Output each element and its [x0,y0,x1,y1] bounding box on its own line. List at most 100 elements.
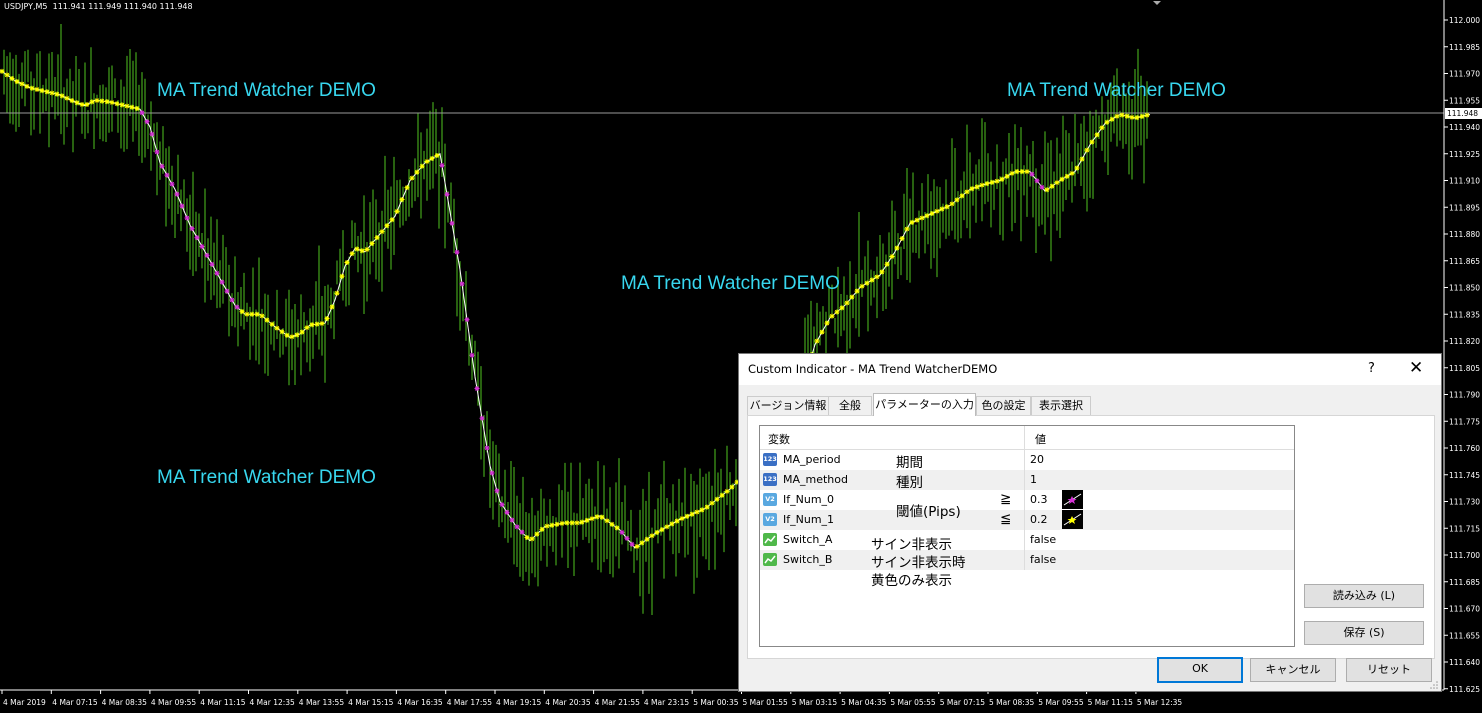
resize-grip-icon[interactable] [1429,680,1439,690]
dialog-titlebar[interactable]: Custom Indicator - MA Trend WatcherDEMO … [739,354,1441,385]
ma-marker [294,332,300,338]
price-tick-label: 111.910 [1449,177,1480,186]
note-switch-b-line2: 黄色のみ表示 [871,573,952,589]
param-value[interactable]: 0.3 [1030,493,1048,506]
ok-button[interactable]: OK [1157,657,1243,683]
note-lte-symbol: ≦ [1000,511,1012,527]
price-tick-label: 111.625 [1449,685,1480,694]
ma-marker [444,191,450,197]
note-switch-a: サイン非表示 [871,537,952,553]
ma-marker [524,535,530,541]
param-row-switch-b[interactable]: Switch_B false [760,550,1294,570]
tab-parameters[interactable]: パラメーターの入力 [873,393,976,416]
ma-marker [264,317,270,323]
column-header-value[interactable]: 値 [1035,431,1046,447]
price-tick-label: 111.685 [1449,578,1480,587]
yellow-marker-swatch-icon [1062,510,1083,529]
price-tick-label: 111.760 [1449,444,1480,453]
ma-marker [884,261,890,267]
close-button[interactable]: ✕ [1409,358,1423,378]
time-tick-label: 4 Mar 07:15 [52,698,98,707]
ma-marker [1059,176,1065,182]
ma-marker [359,248,365,254]
ma-marker [494,488,500,494]
ma-marker [519,529,525,535]
price-tick-label: 111.970 [1449,70,1480,79]
time-tick-label: 4 Mar 15:15 [348,698,394,707]
ma-marker [399,197,405,203]
param-row-ma-period[interactable]: 123 MA_period 20 [760,450,1294,470]
ma-marker [209,261,215,267]
param-value[interactable]: 1 [1030,473,1037,486]
ma-marker [154,149,160,155]
ma-marker [0,68,5,74]
param-value[interactable]: false [1030,553,1056,566]
ma-marker [374,235,380,241]
ma-marker [469,352,475,358]
ma-marker [949,201,955,207]
ma-marker [29,85,35,91]
ma-marker [514,524,520,530]
time-tick-label: 4 Mar 13:55 [299,698,345,707]
ma-marker [439,162,445,168]
param-value[interactable]: 0.2 [1030,513,1048,526]
ma-marker [619,529,625,535]
note-gte-symbol: ≧ [1000,491,1012,507]
ma-marker [869,277,875,283]
price-tick-label: 111.655 [1449,631,1480,640]
param-row-if-num-0[interactable]: V2 If_Num_0 0.3 [760,490,1294,510]
ma-marker [109,100,115,106]
ma-marker [974,184,980,190]
ma-marker [709,500,715,506]
ma-marker [1084,147,1090,153]
param-name: Switch_B [783,553,833,566]
ma-marker [559,520,565,526]
ma-marker [819,329,825,335]
price-tick-label: 111.715 [1449,524,1480,533]
ma-marker [304,325,310,331]
ma-marker [464,317,470,323]
bool-type-icon [763,533,777,546]
ma-marker [859,283,865,289]
ma-marker [849,294,855,300]
cancel-button[interactable]: キャンセル [1250,658,1336,682]
ma-marker [69,98,75,104]
scroll-marker-icon [1153,1,1161,5]
param-row-ma-method[interactable]: 123 MA_method 1 [760,470,1294,490]
time-tick-label: 4 Mar 12:35 [250,698,296,707]
ma-marker [1089,139,1095,145]
ma-marker [544,523,550,529]
param-value[interactable]: false [1030,533,1056,546]
param-row-if-num-1[interactable]: V2 If_Num_1 0.2 [760,510,1294,530]
save-button[interactable]: 保存 (S) [1304,621,1424,645]
column-divider [1024,490,1025,510]
tab-version-info[interactable]: バージョン情報 [747,396,829,415]
tab-general[interactable]: 全般 [828,396,872,415]
ma-marker [529,536,535,542]
ma-marker [239,309,245,315]
ma-marker [84,102,90,108]
current-price-tag: 111.948 [1445,108,1482,119]
time-tick-label: 5 Mar 09:55 [1038,698,1084,707]
ma-marker [989,179,995,185]
tab-colors[interactable]: 色の設定 [976,396,1031,415]
load-button[interactable]: 読み込み (L) [1304,584,1424,608]
ma-marker [724,488,730,494]
param-value[interactable]: 20 [1030,453,1044,466]
note-threshold: 閾値(Pips) [896,504,961,520]
tab-visualization[interactable]: 表示選択 [1031,396,1091,415]
help-button[interactable]: ? [1368,361,1375,376]
param-row-switch-a[interactable]: Switch_A false [760,530,1294,550]
ma-marker [149,131,155,137]
ma-marker [364,246,370,252]
reset-button[interactable]: リセット [1346,658,1432,682]
ma-marker [314,321,320,327]
ma-marker [634,543,640,549]
column-header-variable[interactable]: 変数 [768,431,790,447]
ma-marker [609,521,615,527]
time-tick-label: 5 Mar 03:15 [792,698,838,707]
ma-marker [599,514,605,520]
parameters-grid: 変数 値 123 MA_period 20 123 MA_method 1 V2… [759,425,1295,647]
ma-marker [679,515,685,521]
ma-marker [1094,132,1100,138]
